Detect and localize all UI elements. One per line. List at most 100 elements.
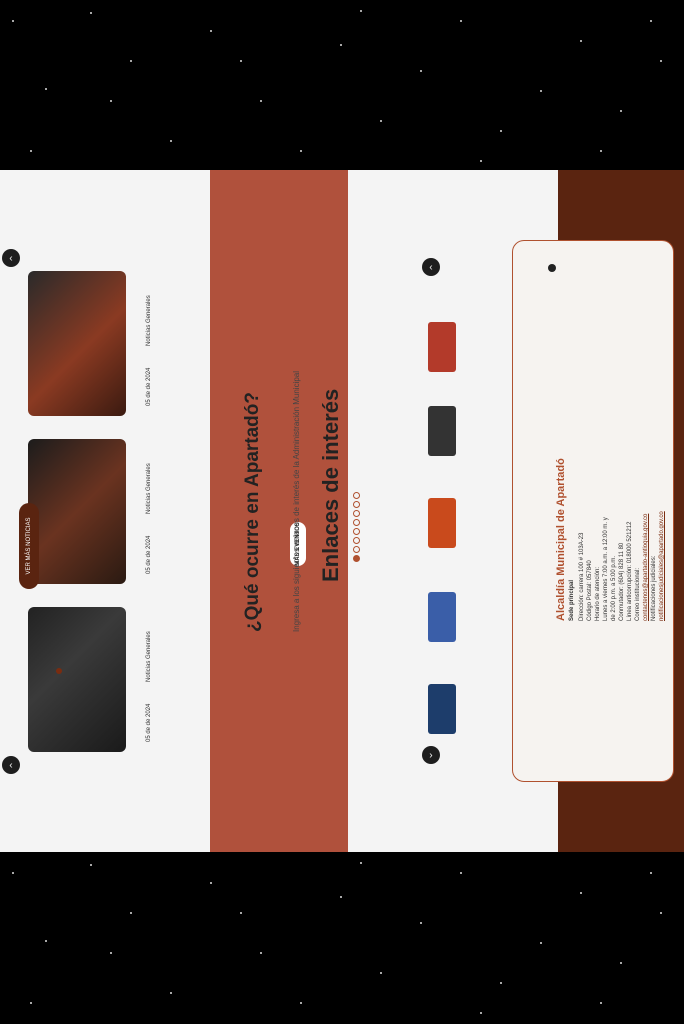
star bbox=[240, 60, 242, 62]
pagination-dot[interactable] bbox=[353, 546, 360, 553]
transparencia-icon[interactable] bbox=[428, 498, 456, 548]
news-category: Noticias Generales bbox=[146, 463, 152, 514]
star bbox=[500, 982, 502, 984]
background-top bbox=[0, 0, 684, 170]
pagination-dot[interactable] bbox=[353, 501, 360, 508]
news-card[interactable] bbox=[28, 439, 126, 584]
footer-hours-1: Lunes a viernes 7:00 a.m. a 12:00 m. y bbox=[603, 517, 609, 621]
footer-notifications-link[interactable]: notificacionesjudiciales@apartado.gov.co bbox=[659, 511, 665, 621]
pagination-dot[interactable] bbox=[353, 492, 360, 499]
pagination-dot[interactable] bbox=[353, 555, 360, 562]
footer-address: Dirección: carrera 100 # 103A-23 bbox=[579, 532, 585, 621]
star bbox=[210, 30, 212, 32]
star bbox=[90, 12, 92, 14]
star bbox=[45, 88, 47, 90]
news-card[interactable] bbox=[28, 607, 126, 752]
links-title: Enlaces de interés bbox=[318, 388, 343, 582]
secop-icon[interactable] bbox=[428, 322, 456, 372]
star bbox=[620, 110, 622, 112]
events-title: ¿Qué ocurre en Apartadó? bbox=[242, 392, 263, 632]
footer-hours-label: Horario de atención: bbox=[595, 566, 601, 621]
star bbox=[600, 1002, 602, 1004]
star bbox=[540, 942, 542, 944]
news-image bbox=[28, 439, 126, 584]
more-news-button[interactable]: VER MÁS NOTICIAS bbox=[19, 503, 39, 589]
page-viewport: › › 05 de de 2024 Noticias Generales 05 … bbox=[0, 170, 684, 852]
footer-fax: Línea anticorrupción: 018000 521212 bbox=[627, 521, 633, 621]
star bbox=[660, 912, 662, 914]
star bbox=[30, 150, 32, 152]
news-card[interactable] bbox=[28, 271, 126, 416]
background-bottom bbox=[0, 852, 684, 1024]
star bbox=[300, 150, 302, 152]
sigep-icon[interactable] bbox=[428, 592, 456, 642]
news-date: 05 de de 2024 bbox=[146, 367, 152, 406]
news-next-arrow[interactable]: › bbox=[2, 756, 20, 774]
star bbox=[580, 892, 582, 894]
pagination-dot[interactable] bbox=[353, 519, 360, 526]
footer-notifications-label: Notificaciones judiciales: bbox=[651, 555, 657, 621]
news-category: Noticias Generales bbox=[146, 631, 152, 682]
news-date: 05 de de 2024 bbox=[146, 535, 152, 574]
star bbox=[360, 10, 362, 12]
footer-title: Alcaldía Municipal de Apartadó bbox=[555, 458, 567, 621]
links-pagination bbox=[353, 490, 360, 562]
mintic-icon[interactable] bbox=[428, 406, 456, 456]
star bbox=[380, 120, 382, 122]
star bbox=[90, 864, 92, 866]
star bbox=[170, 140, 172, 142]
star bbox=[340, 44, 342, 46]
star bbox=[45, 940, 47, 942]
footer-email-label: Correo institucional: bbox=[635, 567, 641, 621]
star bbox=[420, 922, 422, 924]
star bbox=[300, 1002, 302, 1004]
star bbox=[260, 100, 262, 102]
footer: Alcaldía Municipal de Apartadó Sede prin… bbox=[512, 170, 684, 852]
star bbox=[260, 952, 262, 954]
pagination-dot[interactable] bbox=[353, 537, 360, 544]
star bbox=[380, 972, 382, 974]
star bbox=[600, 150, 602, 152]
links-prev-button[interactable]: ‹ bbox=[422, 746, 440, 764]
footer-sede-label: Sede principal bbox=[569, 579, 575, 621]
pagination-dot[interactable] bbox=[353, 528, 360, 535]
star bbox=[240, 912, 242, 914]
footer-hours-2: de 2:00 p.m. a 5:00 p.m. bbox=[611, 555, 617, 621]
star bbox=[540, 90, 542, 92]
star bbox=[210, 882, 212, 884]
star bbox=[480, 1012, 482, 1014]
star bbox=[480, 160, 482, 162]
star bbox=[110, 100, 112, 102]
star bbox=[420, 70, 422, 72]
footer-postal: Código Postal: 057840 bbox=[587, 560, 593, 621]
star bbox=[500, 130, 502, 132]
star bbox=[12, 20, 14, 22]
star bbox=[170, 992, 172, 994]
footer-phone: Conmutador: (604) 828 11 80 bbox=[619, 542, 625, 621]
footer-email-link[interactable]: contactenos@apartado-antioquia.gov.co bbox=[643, 514, 649, 621]
links-subtitle: Ingresa a los siguientes enlaces de inte… bbox=[292, 370, 301, 632]
footer-logo-icon bbox=[548, 264, 556, 272]
star bbox=[130, 912, 132, 914]
star bbox=[620, 962, 622, 964]
news-image bbox=[28, 271, 126, 416]
star bbox=[12, 872, 14, 874]
footer-contact-card: Alcaldía Municipal de Apartadó Sede prin… bbox=[512, 240, 674, 782]
news-pagination-dot[interactable] bbox=[56, 668, 62, 674]
star bbox=[660, 60, 662, 62]
star bbox=[340, 896, 342, 898]
star bbox=[460, 20, 462, 22]
star bbox=[360, 862, 362, 864]
links-next-button[interactable]: › bbox=[422, 258, 440, 276]
star bbox=[580, 40, 582, 42]
page-content: › › 05 de de 2024 Noticias Generales 05 … bbox=[0, 170, 684, 852]
news-prev-arrow[interactable]: › bbox=[2, 249, 20, 267]
gobierno-digital-icon[interactable] bbox=[428, 684, 456, 734]
news-section: › › 05 de de 2024 Noticias Generales 05 … bbox=[0, 170, 210, 852]
news-image bbox=[28, 607, 126, 752]
star bbox=[650, 872, 652, 874]
star bbox=[650, 20, 652, 22]
star bbox=[30, 1002, 32, 1004]
pagination-dot[interactable] bbox=[353, 510, 360, 517]
star bbox=[130, 60, 132, 62]
